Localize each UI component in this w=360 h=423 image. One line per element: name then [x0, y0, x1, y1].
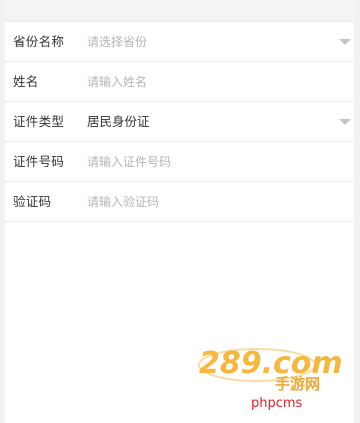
captcha-label: 验证码 [13, 194, 52, 209]
name-input[interactable] [87, 62, 327, 102]
id-type-label: 证件类型 [13, 114, 65, 129]
id-number-row: 证件号码 [5, 142, 354, 182]
watermark-logo: 289.com 手游网 [198, 346, 343, 391]
captcha-row: 验证码 [5, 182, 354, 222]
watermark-logo-number: 289.com [199, 346, 343, 381]
chevron-down-icon [339, 39, 351, 45]
watermark-site-text: phpcms [251, 396, 303, 411]
name-row: 姓名 [5, 62, 354, 102]
name-label: 姓名 [13, 74, 39, 89]
id-type-value: 居民身份证 [87, 114, 150, 129]
top-bar [5, 0, 354, 22]
captcha-input[interactable] [87, 182, 327, 222]
watermark-logo-subtext: 手游网 [275, 375, 320, 391]
province-placeholder: 请选择省份 [87, 35, 148, 49]
id-number-label: 证件号码 [13, 154, 65, 169]
id-number-input[interactable] [87, 142, 327, 182]
province-select[interactable]: 省份名称 请选择省份 [5, 22, 354, 62]
id-type-select[interactable]: 证件类型 居民身份证 [5, 102, 354, 142]
chevron-down-icon [339, 119, 351, 125]
province-label: 省份名称 [13, 34, 65, 49]
